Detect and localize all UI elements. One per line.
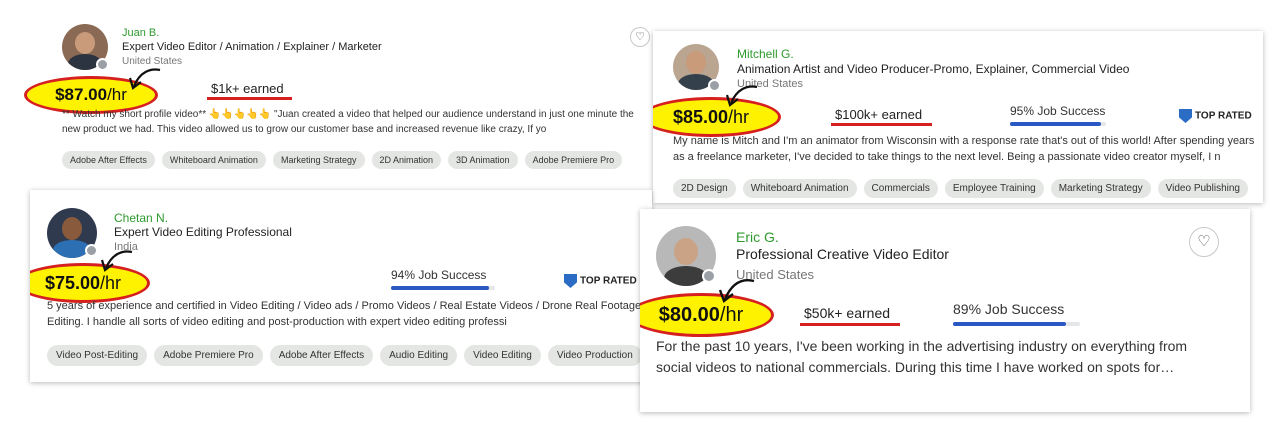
- skill-tag[interactable]: 3D Animation: [448, 151, 518, 169]
- profile-description: My name is Mitch and I'm an animator fro…: [673, 135, 1255, 163]
- profile-description: ** Watch my short profile video** 👆👆👆👆👆 …: [62, 109, 634, 135]
- skill-tag[interactable]: Whiteboard Animation: [161, 151, 266, 169]
- freelancer-name[interactable]: Mitchell G.: [737, 47, 794, 61]
- profile-description: For the past 10 years, I've been working…: [656, 338, 1188, 375]
- freelancer-name[interactable]: Juan B.: [122, 27, 159, 39]
- skill-tag[interactable]: Whiteboard Animation: [742, 179, 857, 198]
- skill-tag[interactable]: Employee Training: [944, 179, 1044, 198]
- skill-tag[interactable]: Audio Editing: [380, 345, 458, 366]
- freelancer-title: Expert Video Editing Professional: [114, 225, 292, 239]
- skill-tag[interactable]: Video Post-Editing: [47, 345, 148, 366]
- job-success-fill: [953, 322, 1067, 326]
- job-success-label: 95% Job Success: [1010, 104, 1106, 118]
- freelancer-name[interactable]: Chetan N.: [114, 211, 168, 225]
- freelancer-card-mitchell[interactable]: Mitchell G. Animation Artist and Video P…: [653, 31, 1263, 203]
- freelancer-card-eric[interactable]: Eric G. Professional Creative Video Edit…: [640, 209, 1250, 412]
- annotation-arrow: [128, 68, 161, 90]
- job-success-bar: [391, 286, 495, 290]
- top-rated-badge: TOP RATED: [564, 274, 637, 288]
- total-earned: $100k+ earned: [831, 107, 933, 126]
- top-rated-shield-icon: [1179, 109, 1192, 123]
- skill-tag[interactable]: Adobe After Effects: [269, 345, 374, 366]
- job-success-fill: [1010, 122, 1102, 126]
- job-success-fill: [391, 286, 489, 290]
- total-earned: $50k+ earned: [800, 305, 901, 326]
- freelancer-title: Professional Creative Video Editor: [736, 246, 949, 262]
- freelancer-card-juan[interactable]: Juan B. Expert Video Editor / Animation …: [22, 10, 662, 185]
- profile-description: 5 years of experience and certified in V…: [47, 300, 642, 328]
- skills-list: Adobe After Effects Whiteboard Animation M…: [62, 150, 662, 170]
- heart-icon[interactable]: ♡: [1189, 227, 1219, 257]
- freelancer-title: Expert Video Editor / Animation / Explai…: [122, 41, 382, 53]
- job-success-bar: [1010, 122, 1106, 126]
- hourly-rate: $85.00/hr: [653, 97, 781, 137]
- skill-tag[interactable]: Marketing Strategy: [1050, 179, 1151, 198]
- rate-unit: /hr: [100, 273, 122, 293]
- freelancer-title: Animation Artist and Video Producer-Prom…: [737, 62, 1130, 76]
- rate-amount: $87.00: [55, 85, 108, 104]
- freelancer-name[interactable]: Eric G.: [736, 229, 779, 245]
- top-rated-label: TOP RATED: [1195, 110, 1252, 122]
- rate-amount: $80.00: [658, 304, 720, 326]
- rate-amount: $75.00: [44, 273, 101, 293]
- skill-tag[interactable]: Video Editing: [464, 345, 541, 366]
- rate-unit: /hr: [719, 304, 744, 326]
- job-success-label: 89% Job Success: [953, 301, 1065, 317]
- top-rated-label: TOP RATED: [580, 275, 637, 287]
- annotation-arrow: [100, 250, 133, 272]
- top-rated-shield-icon: [564, 274, 577, 288]
- job-success-bar: [953, 322, 1080, 326]
- skills-list: 2D Design Whiteboard Animation Commercials…: [673, 178, 1263, 200]
- skill-tag[interactable]: Marketing Strategy: [272, 151, 365, 169]
- annotation-arrow: [718, 279, 755, 303]
- top-rated-badge: TOP RATED: [1179, 109, 1252, 123]
- heart-icon[interactable]: ♡: [630, 27, 650, 47]
- skill-tag[interactable]: Commercials: [863, 179, 938, 198]
- annotation-arrow: [725, 85, 758, 107]
- freelancer-card-chetan[interactable]: Chetan N. Expert Video Editing Professio…: [30, 190, 652, 382]
- online-status-dot: [96, 58, 109, 71]
- skill-tag[interactable]: Video Production: [547, 345, 642, 366]
- skill-tag[interactable]: Adobe Premiere Pro: [524, 151, 623, 169]
- skill-tag[interactable]: Adobe Premiere Pro: [154, 345, 263, 366]
- skill-tag[interactable]: Video Publishing: [1157, 179, 1248, 198]
- skill-tag[interactable]: Adobe After Effects: [62, 151, 155, 169]
- job-success-label: 94% Job Success: [391, 268, 487, 282]
- total-earned: $1k+ earned: [207, 81, 292, 100]
- skill-tag[interactable]: 2D Design: [673, 179, 736, 198]
- skills-list: Video Post-Editing Adobe Premiere Pro Adob…: [47, 345, 652, 369]
- skill-tag[interactable]: 2D Animation: [371, 151, 442, 169]
